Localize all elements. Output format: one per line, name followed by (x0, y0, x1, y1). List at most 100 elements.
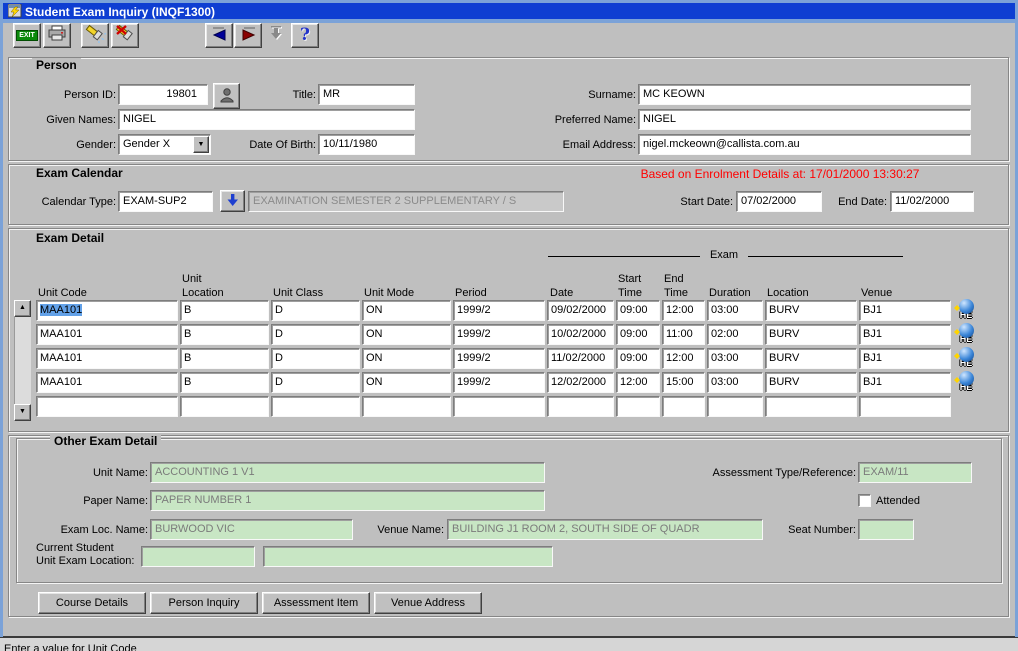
cell-venue[interactable]: BJ1 (859, 372, 951, 393)
cell-start-time[interactable]: 09:00 (616, 324, 660, 345)
selected-text: MAA101 (40, 304, 82, 316)
surname-field[interactable]: MC KEOWN (638, 84, 971, 105)
col-header-duration: Duration (709, 287, 751, 299)
cell-unit-class[interactable] (271, 396, 360, 417)
cell-unit-location[interactable]: B (180, 348, 269, 369)
cell-location[interactable]: BURV (765, 324, 857, 345)
cell-duration[interactable]: 03:00 (707, 348, 763, 369)
exit-button[interactable]: EXIT (13, 23, 41, 48)
unit-name-field: ACCOUNTING 1 V1 (150, 462, 545, 483)
titlebar[interactable]: Student Exam Inquiry (INQF1300) (3, 3, 1015, 19)
cell-venue[interactable]: BJ1 (859, 348, 951, 369)
chevron-down-icon[interactable]: ▼ (193, 136, 209, 153)
cell-unit-code[interactable]: MAA101 (36, 324, 178, 345)
cell-unit-mode[interactable]: ON (362, 372, 451, 393)
col-header-end-time: Time (664, 287, 688, 299)
col-header-end: End (664, 273, 684, 285)
he-ball-icon (959, 371, 974, 386)
next-block-icon (240, 26, 257, 46)
cell-period[interactable]: 1999/2 (453, 348, 545, 369)
cell-unit-class[interactable]: D (271, 300, 360, 321)
cancel-query-button[interactable] (111, 23, 139, 48)
gender-select[interactable]: Gender X ▼ (118, 134, 211, 155)
cell-location[interactable]: BURV (765, 372, 857, 393)
he-icon[interactable]: HE (953, 371, 979, 397)
calendar-lov-button[interactable] (220, 190, 245, 212)
cell-end-time[interactable]: 12:00 (662, 300, 705, 321)
cell-date[interactable] (547, 396, 614, 417)
cell-end-time[interactable]: 11:00 (662, 324, 705, 345)
cell-unit-location[interactable]: B (180, 372, 269, 393)
cell-unit-mode[interactable]: ON (362, 348, 451, 369)
scrollbar-down-button[interactable]: ▼ (14, 404, 31, 421)
dob-field[interactable]: 10/11/1980 (318, 134, 415, 155)
enter-query-button[interactable] (81, 23, 109, 48)
cell-duration[interactable]: 03:00 (707, 300, 763, 321)
cell-start-time[interactable]: 12:00 (616, 372, 660, 393)
venue-address-button[interactable]: Venue Address (374, 592, 482, 614)
help-button[interactable]: ? (291, 23, 319, 48)
start-date-label: Start Date: (640, 196, 733, 208)
cell-venue[interactable]: BJ1 (859, 324, 951, 345)
assessment-item-button[interactable]: Assessment Item (262, 592, 370, 614)
cell-unit-class[interactable]: D (271, 372, 360, 393)
person-inquiry-button[interactable]: Person Inquiry (150, 592, 258, 614)
cell-unit-class[interactable]: D (271, 324, 360, 345)
given-names-field[interactable]: NIGEL (118, 109, 415, 130)
cell-unit-mode[interactable]: ON (362, 300, 451, 321)
cell-unit-code[interactable] (36, 396, 178, 417)
cell-start-time[interactable]: 09:00 (616, 300, 660, 321)
attended-checkbox[interactable] (858, 494, 871, 507)
title-field[interactable]: MR (318, 84, 415, 105)
cell-date[interactable]: 09/02/2000 (547, 300, 614, 321)
cell-venue[interactable] (859, 396, 951, 417)
cell-venue[interactable]: BJ1 (859, 300, 951, 321)
cell-unit-code[interactable]: MAA101 (36, 372, 178, 393)
cell-duration[interactable]: 02:00 (707, 324, 763, 345)
cell-start-time[interactable] (616, 396, 660, 417)
scrollbar-track[interactable] (14, 317, 31, 404)
cell-date[interactable]: 11/02/2000 (547, 348, 614, 369)
print-button[interactable] (43, 23, 71, 48)
cell-unit-location[interactable]: B (180, 300, 269, 321)
cell-date[interactable]: 10/02/2000 (547, 324, 614, 345)
cell-unit-code[interactable]: MAA101 (36, 300, 178, 321)
cell-unit-mode[interactable]: ON (362, 324, 451, 345)
cell-unit-class[interactable]: D (271, 348, 360, 369)
scrollbar-up-button[interactable]: ▲ (14, 300, 31, 317)
cell-location[interactable]: BURV (765, 348, 857, 369)
he-icon[interactable]: HE (953, 323, 979, 349)
cell-end-time[interactable]: 12:00 (662, 348, 705, 369)
next-block-button[interactable] (234, 23, 262, 48)
cell-unit-location[interactable]: B (180, 324, 269, 345)
cell-date[interactable]: 12/02/2000 (547, 372, 614, 393)
person-id-field[interactable]: 19801 (118, 84, 208, 105)
titlebar-edge (3, 19, 1015, 23)
cell-duration[interactable]: 03:00 (707, 372, 763, 393)
person-id-label: Person ID: (30, 89, 116, 101)
he-icon[interactable]: HE (953, 299, 979, 325)
cell-duration[interactable] (707, 396, 763, 417)
preferred-name-field[interactable]: NIGEL (638, 109, 971, 130)
person-lookup-button[interactable] (213, 83, 240, 109)
course-details-button[interactable]: Course Details (38, 592, 146, 614)
cell-location[interactable] (765, 396, 857, 417)
cell-period[interactable]: 1999/2 (453, 372, 545, 393)
cell-unit-location[interactable] (180, 396, 269, 417)
window-title: Student Exam Inquiry (INQF1300) (25, 5, 215, 19)
calendar-type-field[interactable]: EXAM-SUP2 (118, 191, 213, 212)
exam-detail-section-title: Exam Detail (32, 231, 108, 245)
cell-unit-mode[interactable] (362, 396, 451, 417)
cell-end-time[interactable] (662, 396, 705, 417)
email-field[interactable]: nigel.mckeown@callista.com.au (638, 134, 971, 155)
cell-location[interactable]: BURV (765, 300, 857, 321)
cell-period[interactable]: 1999/2 (453, 324, 545, 345)
he-icon[interactable]: HE (953, 347, 979, 373)
cell-period[interactable] (453, 396, 545, 417)
end-date-field[interactable]: 11/02/2000 (890, 191, 974, 212)
previous-block-button[interactable] (205, 23, 233, 48)
cell-unit-code[interactable]: MAA101 (36, 348, 178, 369)
cell-period[interactable]: 1999/2 (453, 300, 545, 321)
cell-end-time[interactable]: 15:00 (662, 372, 705, 393)
cell-start-time[interactable]: 09:00 (616, 348, 660, 369)
